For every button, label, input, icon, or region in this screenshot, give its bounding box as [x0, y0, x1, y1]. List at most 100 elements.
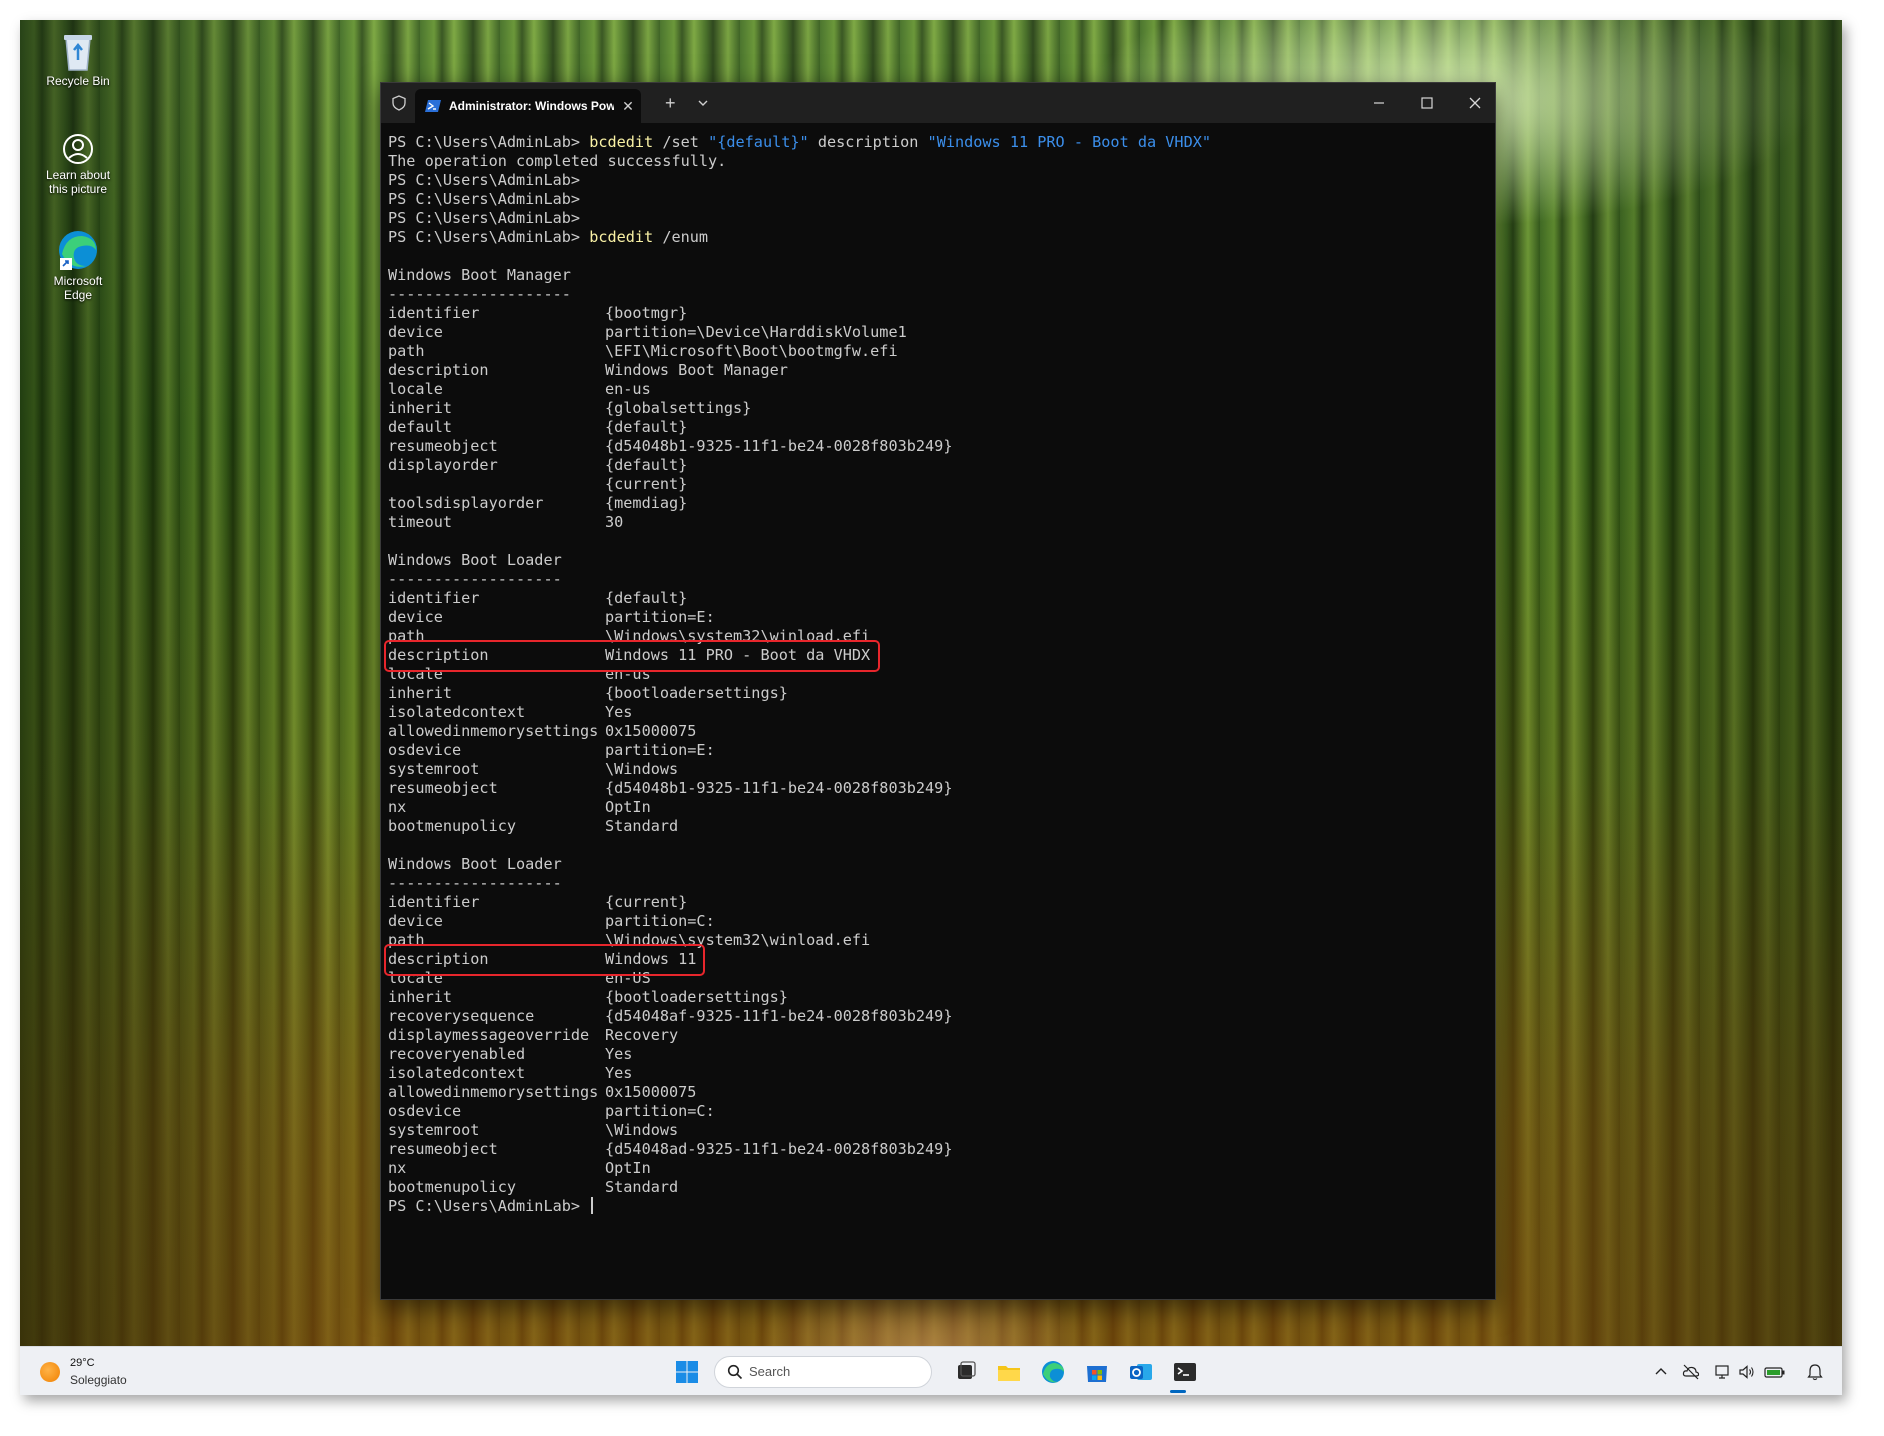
outlook-icon[interactable]: [1128, 1359, 1154, 1385]
battery-icon[interactable]: [1764, 1363, 1786, 1381]
bcd-value: Yes: [605, 703, 633, 721]
command-args: /set: [653, 133, 709, 151]
microsoft-store-icon[interactable]: [1084, 1359, 1110, 1385]
bcd-row: inherit {globalsettings}: [388, 399, 1487, 418]
bcd-key: nx: [388, 798, 407, 816]
bcd-value: partition=C:: [605, 1102, 715, 1120]
cloud-offline-icon[interactable]: [1682, 1363, 1700, 1381]
bcd-value: {current}: [605, 475, 688, 493]
bcd-key: osdevice: [388, 741, 462, 759]
new-tab-icon[interactable]: +: [665, 94, 676, 112]
highlight-box: [384, 944, 705, 976]
minimize-icon[interactable]: [1369, 93, 1389, 113]
bcd-value: {default}: [605, 418, 688, 436]
bcd-row: systemroot \Windows: [388, 1121, 1487, 1140]
bcd-key: identifier: [388, 304, 480, 322]
bcd-row: allowedinmemorysettings 0x15000075: [388, 722, 1487, 741]
bcd-row: path \EFI\Microsoft\Boot\bootmgfw.efi: [388, 342, 1487, 361]
weather-temperature[interactable]: 29°C: [70, 1357, 95, 1369]
bcd-key: systemroot: [388, 760, 480, 778]
bcd-key: recoverysequence: [388, 1007, 535, 1025]
bcd-key: inherit: [388, 399, 453, 417]
bcd-value: partition=E:: [605, 741, 715, 759]
task-view-icon[interactable]: [952, 1359, 978, 1385]
bcd-value: {d54048ad-9325-11f1-be24-0028f803b249}: [605, 1140, 953, 1158]
bcd-key: displaymessageoverride: [388, 1026, 590, 1044]
command-line-set: PS C:\Users\AdminLab> bcdedit /set "{def…: [388, 133, 1487, 152]
section-title: Windows Boot Loader: [388, 551, 562, 569]
edge-icon: [59, 231, 97, 270]
taskbar-search[interactable]: Search: [714, 1356, 932, 1388]
command-args: description: [808, 133, 928, 151]
bcd-row: identifier {bootmgr}: [388, 304, 1487, 323]
volume-icon[interactable]: [1738, 1363, 1756, 1381]
bcd-value: {default}: [605, 589, 688, 607]
bcd-value: {bootloadersettings}: [605, 988, 788, 1006]
sun-icon[interactable]: [40, 1362, 60, 1382]
bcd-key: resumeobject: [388, 437, 498, 455]
bcd-value: {current}: [605, 893, 688, 911]
bcd-row: recoverysequence {d54048af-9325-11f1-be24…: [388, 1007, 1487, 1026]
tab-powershell[interactable]: Administrator: Windows Powe ✕: [415, 89, 641, 123]
file-explorer-icon[interactable]: [996, 1359, 1022, 1385]
terminal-output[interactable]: PS C:\Users\AdminLab> bcdedit /set "{def…: [384, 133, 1487, 1216]
learn-about-picture-shortcut[interactable]: Learn about this picture: [38, 132, 118, 196]
command-string: "Windows 11 PRO - Boot da VHDX": [927, 133, 1211, 151]
section-underline: -------------------: [388, 570, 562, 588]
bcd-key: nx: [388, 1159, 407, 1177]
bcd-key: inherit: [388, 988, 453, 1006]
bcd-value: {d54048af-9325-11f1-be24-0028f803b249}: [605, 1007, 953, 1025]
section-title: Windows Boot Manager: [388, 266, 571, 284]
bcd-row: identifier {default}: [388, 589, 1487, 608]
notification-bell-icon[interactable]: [1806, 1363, 1824, 1381]
bcd-row: inherit {bootloadersettings}: [388, 684, 1487, 703]
bcd-key: resumeobject: [388, 1140, 498, 1158]
bcd-value: en-us: [605, 380, 651, 398]
bcd-row: inherit {bootloadersettings}: [388, 988, 1487, 1007]
bcd-row: systemroot \Windows: [388, 760, 1487, 779]
maximize-icon[interactable]: [1417, 93, 1437, 113]
command-line-enum: PS C:\Users\AdminLab> bcdedit /enum: [388, 228, 1487, 247]
bcd-value: {d54048b1-9325-11f1-be24-0028f803b249}: [605, 437, 953, 455]
command: bcdedit: [589, 228, 654, 246]
network-icon[interactable]: [1714, 1363, 1732, 1381]
learn-about-picture-label: Learn about this picture: [45, 168, 111, 196]
desktop: Recycle Bin Learn about this picture Mic…: [20, 20, 1842, 1395]
bcd-key: path: [388, 342, 425, 360]
bcd-row-description-highlighted: description Windows 11: [384, 944, 1487, 976]
prompt: PS C:\Users\AdminLab>: [388, 209, 581, 227]
bcd-row: resumeobject {d54048ad-9325-11f1-be24-002…: [388, 1140, 1487, 1159]
bcd-row: isolatedcontext Yes: [388, 703, 1487, 722]
chevron-down-icon[interactable]: [695, 95, 711, 111]
bcd-key: device: [388, 912, 443, 930]
terminal-window[interactable]: Administrator: Windows Powe ✕ + PS C:\Us…: [380, 82, 1496, 1300]
close-icon[interactable]: [1465, 93, 1485, 113]
start-icon[interactable]: [674, 1359, 700, 1385]
terminal-taskbar-icon[interactable]: [1172, 1359, 1198, 1385]
bcd-value: \Windows: [605, 1121, 679, 1139]
bcd-key: default: [388, 418, 453, 436]
edge-taskbar-icon[interactable]: [1040, 1359, 1066, 1385]
recycle-bin-shortcut[interactable]: Recycle Bin: [38, 30, 118, 88]
weather-description[interactable]: Soleggiato: [70, 1373, 127, 1387]
tab-close-icon[interactable]: ✕: [619, 97, 637, 115]
search-icon: [727, 1364, 743, 1380]
prompt: PS C:\Users\AdminLab>: [388, 190, 581, 208]
bcd-key: allowedinmemorysettings: [388, 1083, 599, 1101]
bcd-row: recoveryenabled Yes: [388, 1045, 1487, 1064]
chevron-up-icon[interactable]: [1652, 1363, 1670, 1381]
bcd-row: bootmenupolicy Standard: [388, 817, 1487, 836]
tab-title: Administrator: Windows Powe: [449, 99, 614, 113]
bcd-row: device partition=C:: [388, 912, 1487, 931]
bcd-key: systemroot: [388, 1121, 480, 1139]
bcd-row: isolatedcontext Yes: [388, 1064, 1487, 1083]
bcd-row: osdevice partition=E:: [388, 741, 1487, 760]
title-bar[interactable]: Administrator: Windows Powe ✕ +: [381, 83, 1495, 123]
bcd-row: displaymessageoverride Recovery: [388, 1026, 1487, 1045]
bcd-value: {d54048b1-9325-11f1-be24-0028f803b249}: [605, 779, 953, 797]
bcd-row-description-highlighted: description Windows 11 PRO - Boot da VHDX: [384, 640, 1487, 672]
microsoft-edge-shortcut[interactable]: Microsoft Edge: [38, 228, 118, 302]
current-prompt-line[interactable]: PS C:\Users\AdminLab>: [388, 1197, 1487, 1216]
bcd-value: \EFI\Microsoft\Boot\bootmgfw.efi: [605, 342, 898, 360]
bcd-row: resumeobject {d54048b1-9325-11f1-be24-002…: [388, 779, 1487, 798]
